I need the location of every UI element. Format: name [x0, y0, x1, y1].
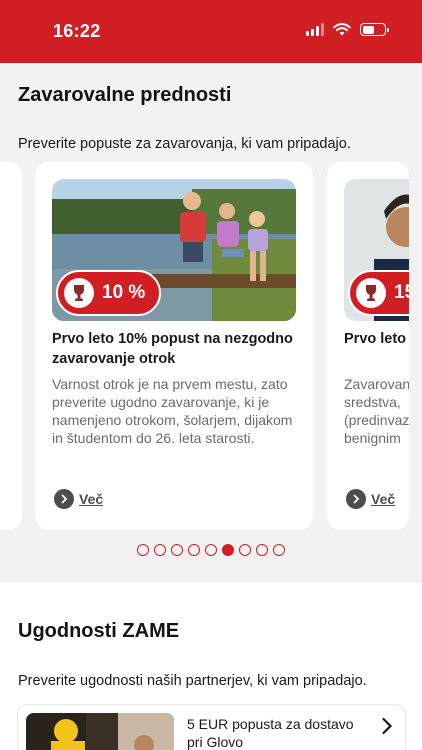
pagination-dot[interactable]	[188, 544, 200, 556]
benefit-card-description: Varnost otrok je na prvem mestu, zato pr…	[52, 376, 293, 446]
benefits-subtitle: Preverite popuste za zavarovanja, ki vam…	[18, 136, 351, 152]
pagination-dot[interactable]	[171, 544, 183, 556]
signal-icon	[306, 23, 324, 36]
chevron-right-icon	[346, 489, 366, 509]
benefits-title: Zavarovalne prednosti	[18, 84, 232, 106]
more-link-next[interactable]: Več	[346, 489, 395, 509]
benefit-card-previous[interactable]	[0, 162, 22, 530]
partner-offer-card[interactable]: 5 EUR popusta za dostavo pri Glovo	[18, 705, 405, 750]
pagination-dot[interactable]	[256, 544, 268, 556]
chevron-right-icon	[382, 717, 393, 735]
benefit-card-title: Prvo leto 10% popust na nezgodno zavarov…	[52, 331, 293, 367]
trophy-icon	[64, 278, 94, 308]
more-link[interactable]: Več	[54, 489, 103, 509]
man-photo: 15	[344, 179, 409, 321]
partner-offer-title: 5 EUR popusta za dostavo pri Glovo	[187, 716, 354, 750]
discount-badge-next-label: 15	[394, 282, 409, 303]
pagination-dot[interactable]	[205, 544, 217, 556]
benefit-card-next-title: Prvo leto 1 zavarovan	[344, 331, 409, 347]
children-photo: 10 %	[52, 179, 296, 321]
pagination-dot[interactable]	[154, 544, 166, 556]
pagination-dot[interactable]	[273, 544, 285, 556]
trophy-icon	[356, 278, 386, 308]
glovo-photo	[26, 713, 174, 750]
partners-subtitle: Preverite ugodnosti naših partnerjev, ki…	[18, 673, 367, 689]
discount-badge-next: 15	[348, 270, 409, 316]
benefit-card-next-description: Zavarovan sredstva, (predinvaz benignim	[344, 376, 409, 446]
benefit-card-next[interactable]: 15 Prvo leto 1 zavarovan Zavarovan sreds…	[327, 162, 409, 530]
wifi-icon	[333, 23, 351, 36]
more-link-label: Več	[79, 491, 104, 507]
pagination-dot[interactable]	[239, 544, 251, 556]
more-link-next-label: Več	[371, 491, 396, 507]
status-time: 16:22	[53, 21, 101, 41]
benefit-card[interactable]: 10 % Prvo leto 10% popust na nezgodno za…	[35, 162, 313, 530]
carousel-pagination[interactable]	[137, 544, 285, 556]
pagination-dot[interactable]	[222, 544, 234, 556]
status-icons	[306, 23, 389, 36]
discount-badge: 10 %	[56, 270, 162, 316]
battery-icon	[360, 23, 389, 36]
status-bar: 16:22	[0, 0, 422, 63]
chevron-right-icon	[54, 489, 74, 509]
partners-title: Ugodnosti ZAME	[18, 620, 180, 642]
pagination-dot[interactable]	[137, 544, 149, 556]
discount-badge-label: 10 %	[102, 282, 146, 303]
